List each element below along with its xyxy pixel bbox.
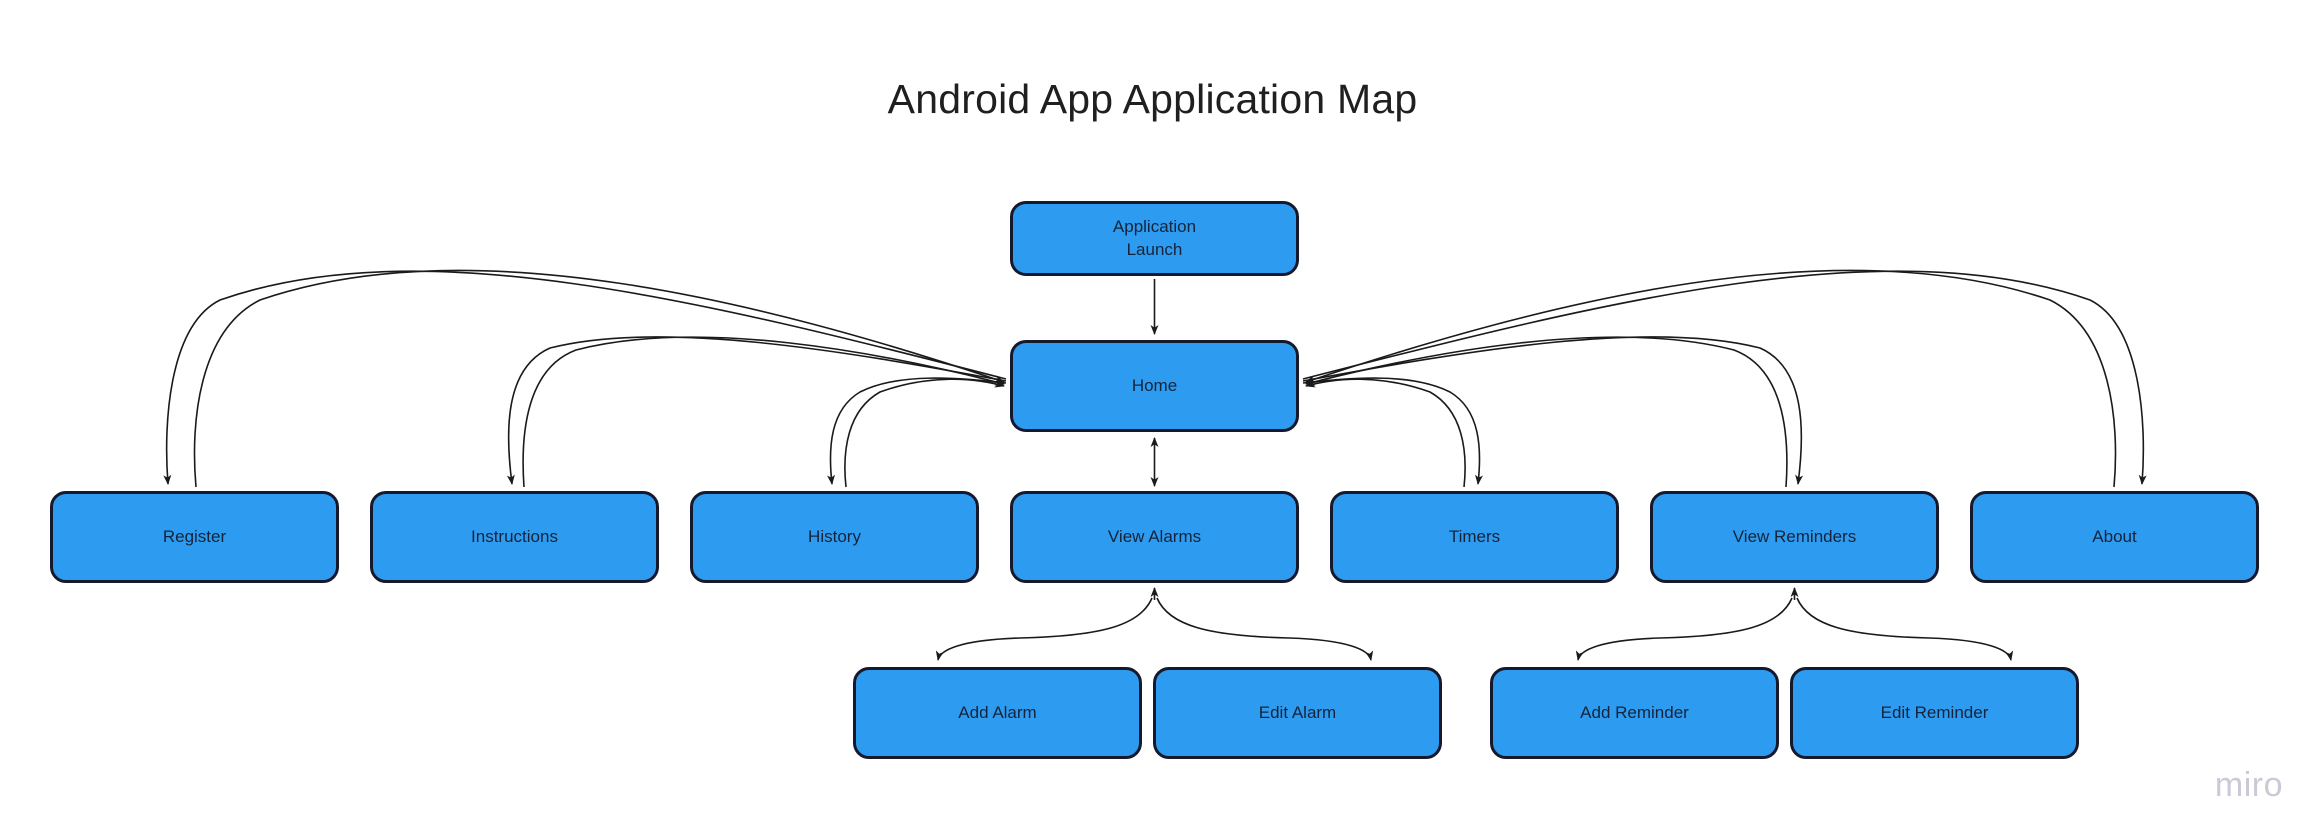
node-add-alarm[interactable]: Add Alarm xyxy=(853,667,1142,759)
node-history[interactable]: History xyxy=(690,491,979,583)
edge-view-reminders-to-add-reminder xyxy=(1575,597,1793,661)
node-timers[interactable]: Timers xyxy=(1330,491,1619,583)
node-register[interactable]: Register xyxy=(50,491,339,583)
edge-view-reminders-to-edit-reminder xyxy=(1796,597,2014,661)
edge-home-to-view-reminders xyxy=(1302,336,1804,485)
edge-instructions-to-home xyxy=(522,336,1005,488)
edge-timers-to-home xyxy=(1305,378,1466,488)
miro-watermark: miro xyxy=(2214,766,2283,804)
diagram-canvas: Android App Application Map Application … xyxy=(0,0,2305,819)
edge-home-to-history xyxy=(827,377,1007,485)
node-about[interactable]: About xyxy=(1970,491,2259,583)
edge-home-to-about xyxy=(1302,270,2147,485)
node-instructions[interactable]: Instructions xyxy=(370,491,659,583)
edge-about-to-home xyxy=(1305,269,2117,488)
edge-register-to-home xyxy=(193,269,1005,488)
edge-view-alarms-to-add-alarm xyxy=(935,597,1153,661)
node-edit-alarm[interactable]: Edit Alarm xyxy=(1153,667,1442,759)
edge-home-to-timers xyxy=(1302,377,1483,485)
node-view-alarms[interactable]: View Alarms xyxy=(1010,491,1299,583)
edge-view-alarms-to-edit-alarm xyxy=(1156,597,1374,661)
edge-home-to-instructions xyxy=(506,336,1007,485)
page-title: Android App Application Map xyxy=(887,76,1418,122)
node-edit-reminder[interactable]: Edit Reminder xyxy=(1790,667,2079,759)
node-view-reminders[interactable]: View Reminders xyxy=(1650,491,1939,583)
edge-home-to-register xyxy=(163,270,1007,485)
edge-history-to-home xyxy=(844,378,1005,488)
node-application-launch[interactable]: Application Launch xyxy=(1010,201,1299,276)
node-add-reminder[interactable]: Add Reminder xyxy=(1490,667,1779,759)
edge-view-reminders-to-home xyxy=(1305,336,1788,488)
node-home[interactable]: Home xyxy=(1010,340,1299,432)
